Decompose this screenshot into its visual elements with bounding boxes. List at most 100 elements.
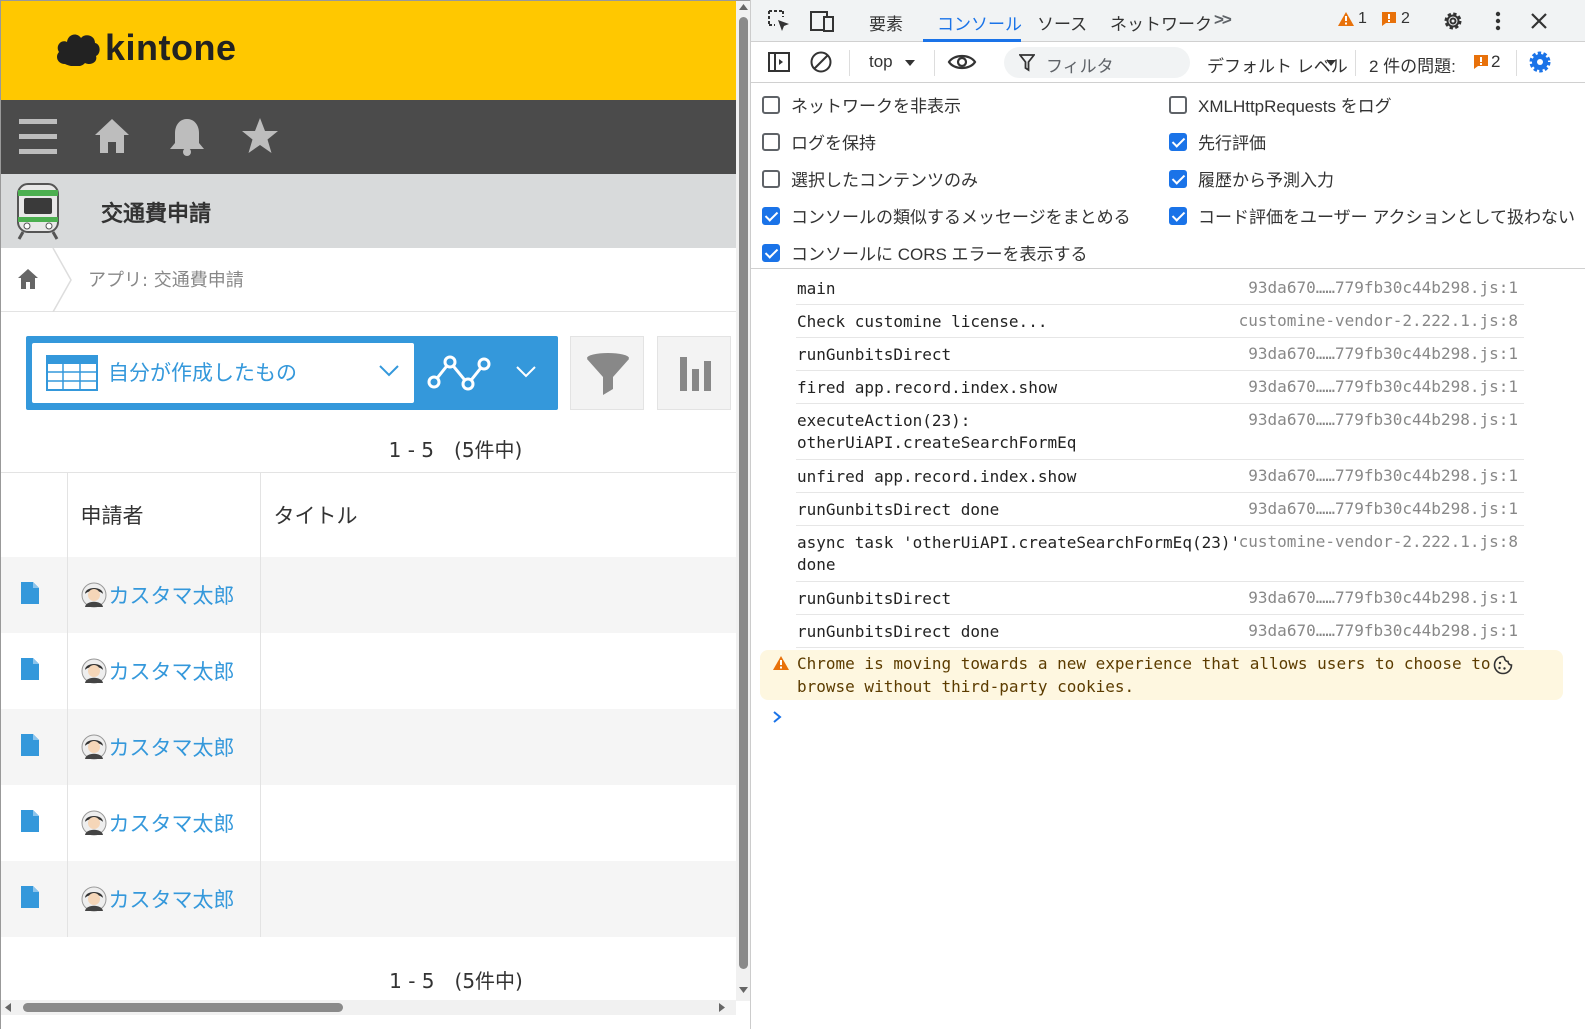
document-icon[interactable] — [20, 657, 40, 681]
view-select-label: 自分が作成したもの — [108, 361, 297, 385]
cookie-icon[interactable] — [1493, 655, 1513, 675]
context-caret-icon[interactable] — [904, 59, 916, 67]
home-icon[interactable] — [93, 117, 131, 155]
kebab-menu-icon[interactable] — [1491, 9, 1505, 33]
setting-left-3[interactable]: コンソールの類似するメッセージをまとめる — [762, 203, 1131, 228]
setting-right-2[interactable]: 履歴から予測入力 — [1169, 166, 1334, 191]
issues-label[interactable]: 2 件の問題: — [1369, 52, 1456, 77]
console-source-link[interactable]: customine-vendor-2.222.1.js:8 — [1239, 532, 1518, 551]
console-prompt-icon[interactable] — [771, 710, 783, 724]
device-toolbar-icon[interactable] — [809, 9, 835, 33]
console-settings-gear-icon[interactable] — [1528, 50, 1552, 74]
console-source-link[interactable]: 93da670……779fb30c44b298.js:1 — [1248, 499, 1518, 518]
record-detail-cell[interactable] — [1, 860, 68, 937]
checkbox-unchecked[interactable] — [762, 95, 780, 114]
document-icon[interactable] — [20, 809, 40, 833]
hamburger-icon[interactable] — [19, 117, 57, 157]
document-icon[interactable] — [20, 581, 40, 605]
user-link[interactable]: カスタマ太郎 — [68, 808, 260, 838]
kintone-logo[interactable]: kintone — [55, 27, 237, 69]
issues-icon[interactable] — [1473, 54, 1489, 70]
more-tabs-icon[interactable]: >> — [1214, 10, 1232, 30]
console-message-text: executeAction(23): otherUiAPI.createSear… — [797, 411, 1077, 452]
table-view-icon — [46, 355, 98, 391]
tab-console[interactable]: コンソール — [937, 10, 1022, 35]
setting-right-1[interactable]: 先行評価 — [1169, 129, 1266, 154]
breadcrumb-home-icon[interactable] — [17, 268, 39, 290]
scroll-up-icon[interactable] — [738, 2, 749, 12]
user-link[interactable]: カスタマ太郎 — [68, 732, 260, 762]
console-source-link[interactable]: 93da670……779fb30c44b298.js:1 — [1248, 410, 1518, 429]
record-detail-cell[interactable] — [1, 632, 68, 709]
tab-network[interactable]: ネットワーク — [1110, 10, 1212, 35]
log-level-caret-icon[interactable] — [1325, 59, 1337, 67]
user-link[interactable]: カスタマ太郎 — [68, 580, 260, 610]
error-icon[interactable] — [1381, 11, 1397, 27]
checkbox-checked[interactable] — [762, 243, 780, 262]
context-selector[interactable]: top — [869, 52, 893, 72]
record-detail-cell[interactable] — [1, 784, 68, 861]
graph-button[interactable] — [657, 336, 731, 410]
setting-right-3[interactable]: コード評価をユーザー アクションとして扱わない — [1169, 203, 1575, 228]
graph-view-icon[interactable] — [426, 350, 492, 396]
horizontal-scrollbar[interactable] — [1, 1000, 736, 1015]
kintone-pane: kintone 交通費申請 アプリ: 交通費申請 自分が作成したもの 1 - 5… — [0, 0, 750, 1029]
setting-right-0[interactable]: XMLHttpRequests をログ — [1169, 92, 1392, 117]
filter-button[interactable] — [570, 336, 644, 410]
inspect-element-icon[interactable] — [767, 9, 791, 33]
user-link[interactable]: カスタマ太郎 — [68, 884, 260, 914]
checkbox-checked[interactable] — [762, 206, 780, 225]
setting-left-1[interactable]: ログを保持 — [762, 129, 876, 154]
checkbox-unchecked[interactable] — [762, 132, 780, 151]
gear-icon[interactable] — [1441, 9, 1465, 33]
header-title[interactable]: タイトル — [260, 472, 750, 557]
console-source-link[interactable]: 93da670……779fb30c44b298.js:1 — [1248, 466, 1518, 485]
document-icon[interactable] — [20, 885, 40, 909]
filter-input[interactable]: フィルタ — [1004, 47, 1190, 78]
user-link[interactable]: カスタマ太郎 — [68, 656, 260, 686]
bell-icon[interactable] — [168, 117, 206, 157]
eye-icon[interactable] — [947, 51, 977, 73]
setting-left-4[interactable]: コンソールに CORS エラーを表示する — [762, 240, 1088, 265]
console-source-link[interactable]: 93da670……779fb30c44b298.js:1 — [1248, 588, 1518, 607]
header-applicant[interactable]: 申請者 — [67, 472, 261, 557]
record-detail-cell[interactable] — [1, 708, 68, 785]
warning-count[interactable]: 1 — [1358, 10, 1367, 28]
checkbox-checked[interactable] — [1169, 132, 1187, 151]
breadcrumb-app[interactable]: アプリ: 交通費申請 — [88, 266, 244, 292]
setting-left-0[interactable]: ネットワークを非表示 — [762, 92, 961, 117]
checkbox-checked[interactable] — [1169, 206, 1187, 225]
error-count[interactable]: 2 — [1401, 10, 1410, 28]
console-message-text: runGunbitsDirect — [797, 345, 952, 364]
console-toolbar: top フィルタ デフォルト レベル 2 件の問題: 2 — [751, 42, 1585, 83]
sidebar-toggle-icon[interactable] — [767, 50, 791, 74]
document-icon[interactable] — [20, 733, 40, 757]
setting-left-2[interactable]: 選択したコンテンツのみ — [762, 166, 978, 191]
scroll-left-icon[interactable] — [3, 1002, 13, 1013]
console-source-link[interactable]: 93da670……779fb30c44b298.js:1 — [1248, 344, 1518, 363]
console-message-text: runGunbitsDirect done — [797, 622, 1000, 641]
vertical-scroll-thumb[interactable] — [739, 17, 748, 969]
checkbox-unchecked[interactable] — [762, 169, 780, 188]
console-source-link[interactable]: customine-vendor-2.222.1.js:8 — [1239, 311, 1518, 330]
tab-elements[interactable]: 要素 — [869, 10, 903, 35]
issues-count[interactable]: 2 — [1491, 52, 1500, 72]
console-source-link[interactable]: 93da670……779fb30c44b298.js:1 — [1248, 278, 1518, 297]
warning-message[interactable]: Chrome is moving towards a new experienc… — [760, 650, 1563, 700]
scroll-down-icon[interactable] — [738, 985, 749, 995]
scroll-right-icon[interactable] — [717, 1002, 727, 1013]
graph-chevron-down-icon[interactable] — [515, 365, 537, 379]
vertical-scrollbar[interactable] — [736, 1, 750, 1001]
close-icon[interactable] — [1529, 11, 1549, 31]
record-detail-cell[interactable] — [1, 556, 68, 633]
view-select-dropdown[interactable]: 自分が作成したもの — [32, 343, 414, 403]
checkbox-checked[interactable] — [1169, 169, 1187, 188]
star-icon[interactable] — [241, 117, 279, 155]
console-source-link[interactable]: 93da670……779fb30c44b298.js:1 — [1248, 377, 1518, 396]
warning-icon[interactable] — [1337, 11, 1355, 27]
checkbox-unchecked[interactable] — [1169, 95, 1187, 114]
horizontal-scroll-thumb[interactable] — [23, 1003, 343, 1012]
tab-sources[interactable]: ソース — [1037, 10, 1087, 35]
console-source-link[interactable]: 93da670……779fb30c44b298.js:1 — [1248, 621, 1518, 640]
clear-console-icon[interactable] — [809, 50, 833, 74]
